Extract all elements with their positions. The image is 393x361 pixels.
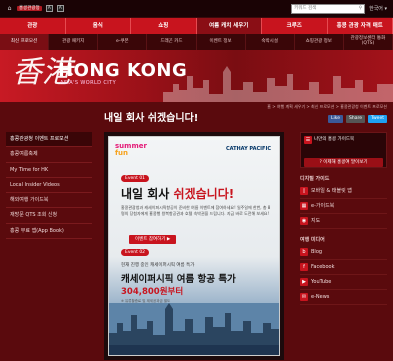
youtube-icon: ▶ xyxy=(300,278,308,286)
airline-logo: CATHAY PACIFIC xyxy=(225,146,271,152)
right-column: ☰ 나만의 홍콩 가이드북 ? 이제해 홍콩여 말이보기 디지털 가이드 ▯ 모… xyxy=(300,132,387,305)
sidebar-item-summer-festival[interactable]: 홍콩여름축제 xyxy=(6,147,92,163)
guidebook-button[interactable]: ? 이제해 홍콩여 말이보기 xyxy=(304,158,383,168)
link-label: YouTube xyxy=(311,279,332,285)
link-label: e-News xyxy=(311,294,330,300)
link-label: Facebook xyxy=(311,264,335,270)
brand-subtitle: ASIA'S WORLD CITY xyxy=(60,80,117,86)
map-icon: ◉ xyxy=(300,217,308,225)
sidebar-item-qts[interactable]: 재방문 QTS 조회 신청 xyxy=(6,208,92,224)
ebook-icon: ▦ xyxy=(300,202,308,210)
nav-item-food[interactable]: 음식 xyxy=(66,18,131,34)
tweet-button[interactable]: Tweet xyxy=(368,115,387,123)
page-title: 내일 회사 쉬겠습니다! xyxy=(104,113,199,124)
search-input[interactable]: 키워드 검색 ⚲ xyxy=(291,3,366,14)
nav-item-plan-trip[interactable]: 여름 캐치 세우기 xyxy=(196,18,262,34)
sidebar-item-app-book[interactable]: 홍콩 무료 앱(App Book) xyxy=(6,224,92,239)
headline-part-a: 내일 회사 xyxy=(121,187,174,201)
utility-bar: ⌂ 홍콩관광청 A A 키워드 검색 ⚲ 한국어 ▾ xyxy=(0,0,393,18)
subnav-visitor-center[interactable]: 관광정보센터 통화 (QTS) xyxy=(344,34,393,50)
event2-subtitle: 현재 진행 중인 캐세이퍼시픽 여름 특가 xyxy=(121,263,195,268)
event1-description: 홍콩관광청과 캐세이퍼시픽항공이 준비한 여름 이벤트에 참여하세요! 일주일에… xyxy=(121,205,271,216)
event2-tag: Event 02 xyxy=(121,249,150,257)
primary-nav: 관광 음식 쇼핑 여름 캐치 세우기 크루즈 홍콩 관광 자격 매트 xyxy=(0,18,393,34)
link-facebook[interactable]: f Facebook xyxy=(300,260,387,275)
facebook-like-button[interactable]: Like xyxy=(328,115,343,123)
link-youtube[interactable]: ▶ YouTube xyxy=(300,275,387,290)
nav-item-sightseeing[interactable]: 관광 xyxy=(0,18,66,34)
main-content: summer fun CATHAY PACIFIC Event 01 내일 회사… xyxy=(104,132,284,360)
hktb-badge[interactable]: 홍콩관광청 xyxy=(17,5,42,12)
event1-join-button[interactable]: 이벤트 참여하기 ▶ xyxy=(129,235,177,245)
link-mobile-app[interactable]: ▯ 모바일 & 태블릿 앱 xyxy=(300,184,387,199)
utility-right: 키워드 검색 ⚲ 한국어 ▾ xyxy=(291,3,387,14)
link-label: 지도 xyxy=(311,218,321,224)
sidebar-item-guidebook[interactable]: 해외여행 가이드북 xyxy=(6,193,92,209)
sidebar-item-videos[interactable]: Local Insider Videos xyxy=(6,178,92,193)
event2-headline: 캐세이퍼시픽 여름 항공 특가 xyxy=(121,274,236,285)
subnav-accommodation[interactable]: 숙박시설 xyxy=(246,34,295,50)
left-sidebar: 홍콩관광청 이벤트 프로모션 홍콩여름축제 My Time for HK Loc… xyxy=(6,132,92,239)
link-eguidebook[interactable]: ▦ e-가이드북 xyxy=(300,199,387,214)
promo-poster: summer fun CATHAY PACIFIC Event 01 내일 회사… xyxy=(108,136,280,356)
guidebook-title-row: ☰ 나만의 홍콩 가이드북 xyxy=(304,136,383,144)
blog-icon: b xyxy=(300,248,308,256)
search-placeholder: 키워드 검색 xyxy=(294,5,317,11)
guidebook-title: 나만의 홍콩 가이드북 xyxy=(314,137,355,143)
skyline-graphic xyxy=(163,66,393,102)
page-root: ⌂ 홍콩관광청 A A 키워드 검색 ⚲ 한국어 ▾ 관광 음식 쇼핑 여름 캐… xyxy=(0,0,393,361)
language-select[interactable]: 한국어 ▾ xyxy=(369,6,387,12)
subnav-ecoupon[interactable]: e-쿠폰 xyxy=(98,34,148,50)
secondary-nav: 최신 프로모션 관광 패키지 e-쿠폰 드래곤 카드 이벤트 정보 숙박시설 쇼… xyxy=(0,34,393,50)
subnav-latest-promotions[interactable]: 최신 프로모션 xyxy=(0,34,50,50)
sidebar-item-event-promotion[interactable]: 홍콩관광청 이벤트 프로모션 xyxy=(6,132,92,148)
share-bar: Like Share Tweet xyxy=(328,115,387,123)
font-size-decrease-button[interactable]: A xyxy=(45,5,53,12)
headline-part-b: 쉬겠습니다! xyxy=(173,187,235,201)
city-skyline-image xyxy=(109,303,279,355)
summer-fun-logo: summer fun xyxy=(115,143,147,157)
travel-media-heading: 여행 미디어 xyxy=(300,237,325,243)
link-label: Blog xyxy=(311,249,323,255)
share-button[interactable]: Share xyxy=(346,115,365,123)
link-map[interactable]: ◉ 지도 xyxy=(300,214,387,229)
breadcrumb: 홈 > 여행 계획 세우기 > 최신 프로모션 > 홍콩관광청 이벤트 프로모션 xyxy=(267,103,387,109)
mobile-icon: ▯ xyxy=(300,187,308,195)
event1-headline: 내일 회사 쉬겠습니다! xyxy=(121,187,234,201)
subnav-events[interactable]: 이벤트 정보 xyxy=(197,34,246,50)
event1-tag: Event 01 xyxy=(121,175,150,183)
home-icon[interactable]: ⌂ xyxy=(6,5,13,12)
guidebook-widget: ☰ 나만의 홍콩 가이드북 ? 이제해 홍콩여 말이보기 xyxy=(300,132,387,168)
book-icon: ☰ xyxy=(304,136,312,144)
subnav-shopping-info[interactable]: 쇼핑관광 정보 xyxy=(295,34,344,50)
sidebar-item-my-time[interactable]: My Time for HK xyxy=(6,163,92,178)
link-label: 모바일 & 태블릿 앱 xyxy=(311,188,352,194)
event2-price: 304,800원부터 xyxy=(121,287,184,297)
link-blog[interactable]: b Blog xyxy=(300,245,387,260)
digital-guide-heading: 디지털 가이드 xyxy=(300,176,330,182)
facebook-icon: f xyxy=(300,263,308,271)
subnav-dragon-card[interactable]: 드래곤 카드 xyxy=(147,34,197,50)
subnav-packages[interactable]: 관광 패키지 xyxy=(49,34,99,50)
title-row: 내일 회사 쉬겠습니다! Like Share Tweet xyxy=(104,112,387,126)
nav-item-shopping[interactable]: 쇼핑 xyxy=(131,18,197,34)
nav-item-cruise[interactable]: 크루즈 xyxy=(262,18,328,34)
hero-banner: 香港 HONG KONG ASIA'S WORLD CITY xyxy=(0,50,393,102)
font-size-increase-button[interactable]: A xyxy=(56,5,64,12)
enews-icon: ✉ xyxy=(300,293,308,301)
logo-word-fun: fun xyxy=(115,149,129,157)
magnifier-icon[interactable]: ⚲ xyxy=(359,6,362,11)
nav-item-mice[interactable]: 홍콩 관광 자격 매트 xyxy=(328,18,393,34)
link-label: e-가이드북 xyxy=(311,203,335,209)
link-enews[interactable]: ✉ e-News xyxy=(300,290,387,305)
